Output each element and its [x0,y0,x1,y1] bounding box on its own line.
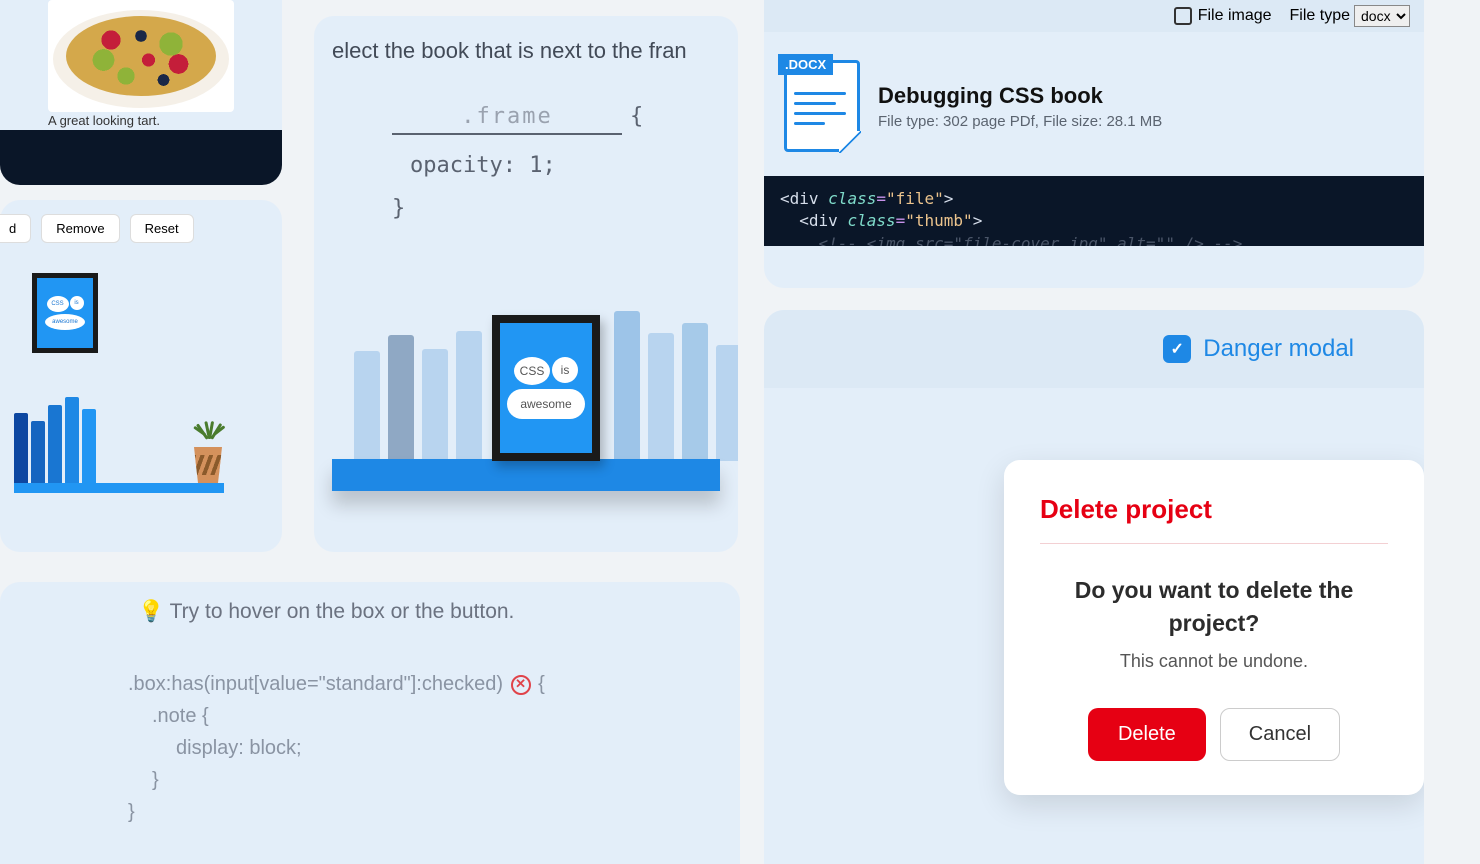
shelf-bar [332,459,720,491]
modal-question: Do you want to delete the project? [1040,574,1388,641]
file-card: .DOCX Debugging CSS book File type: 302 … [764,32,1424,176]
code-line-3: display: block; [176,732,712,764]
lesson-title: elect the book that is next to the fran [332,38,720,64]
css-property-line: opacity: 1; [410,153,720,178]
danger-modal-panel: ✓ Danger modal Delete project Do you wan… [764,310,1424,864]
remove-button[interactable]: Remove [41,214,119,243]
file-meta: Debugging CSS book File type: 302 page P… [878,83,1162,130]
small-shelf-panel: d Remove Reset CSS is awesome [0,200,282,552]
selector-lesson-panel: elect the book that is next to the fran … [314,16,738,552]
delete-button[interactable]: Delete [1088,708,1206,761]
bubble-css: CSS [47,296,69,312]
file-type-select[interactable]: docx [1354,5,1410,27]
bubble-is: is [70,296,84,310]
selector-input[interactable] [392,104,622,135]
bulb-icon: 💡 [138,600,164,623]
code-row-3: <!-- <img src="file-cover.jpg" alt="" />… [780,233,1408,246]
books-right [614,311,738,461]
delete-modal: Delete project Do you want to delete the… [1004,460,1424,795]
modal-subtext: This cannot be undone. [1040,651,1388,672]
code-block: <div class="file"> <div class="thumb"> <… [764,176,1424,246]
bubble-awesome: awesome [507,389,585,419]
code-line-5: } [128,796,712,828]
file-details: File type: 302 page PDf, File size: 28.1… [878,113,1162,130]
small-books [14,397,96,483]
tart-panel: A great looking tart. [0,0,282,185]
file-badge: .DOCX [778,54,833,75]
danger-toolbar: ✓ Danger modal [764,310,1424,388]
code-line-1: .box:has(input[value="standard"]:checked… [128,668,712,700]
checkbox-checked-icon[interactable]: ✓ [1163,335,1191,363]
cancel-button[interactable]: Cancel [1220,708,1340,761]
code-row-1: <div class="file"> [780,188,1408,210]
small-shelf-bar [14,483,224,493]
bubble-css: CSS [514,357,550,385]
file-thumb-icon: .DOCX [784,60,860,152]
css-editor: { opacity: 1; } [392,104,720,221]
hint-line: 💡 Try to hover on the box or the button. [138,600,712,624]
tart-caption: A great looking tart. [48,113,160,128]
open-brace: { [630,104,643,129]
error-icon: ✕ [511,675,531,695]
reset-button[interactable]: Reset [130,214,194,243]
modal-actions: Delete Cancel [1040,708,1388,761]
bubble-awesome: awesome [45,314,85,330]
plant-icon [188,447,228,483]
file-card-panel: File image File type docx .DOCX Debuggin… [764,0,1424,288]
prev-button-partial[interactable]: d [0,214,31,243]
code-line-2: .note { [152,700,712,732]
bubble-is: is [552,357,578,383]
modal-title: Delete project [1040,494,1388,544]
danger-toggle-label: Danger modal [1203,335,1354,363]
button-row: d Remove Reset [14,214,268,243]
small-shelf-scene: CSS is awesome [14,253,268,523]
code-line-4: } [152,764,712,796]
code-sample: .box:has(input[value="standard"]:checked… [128,668,712,828]
file-image-toggle[interactable]: File image [1174,7,1272,25]
hint-text: Try to hover on the box or the button. [170,600,515,623]
file-toolbar: File image File type docx [764,0,1424,32]
small-css-frame: CSS is awesome [32,273,98,353]
file-type-control: File type docx [1290,5,1410,27]
css-frame[interactable]: CSS is awesome [492,315,600,461]
tart-image [48,0,234,112]
code-row-2: <div class="thumb"> [780,210,1408,232]
books-left [354,331,482,461]
shelf-scene: CSS is awesome [332,271,720,491]
tart-dark-wrap: A great looking tart. [0,0,282,185]
close-brace: } [392,196,720,221]
hover-hint-panel: 💡 Try to hover on the box or the button.… [0,582,740,864]
checkbox-unchecked-icon [1174,7,1192,25]
file-title: Debugging CSS book [878,83,1162,109]
